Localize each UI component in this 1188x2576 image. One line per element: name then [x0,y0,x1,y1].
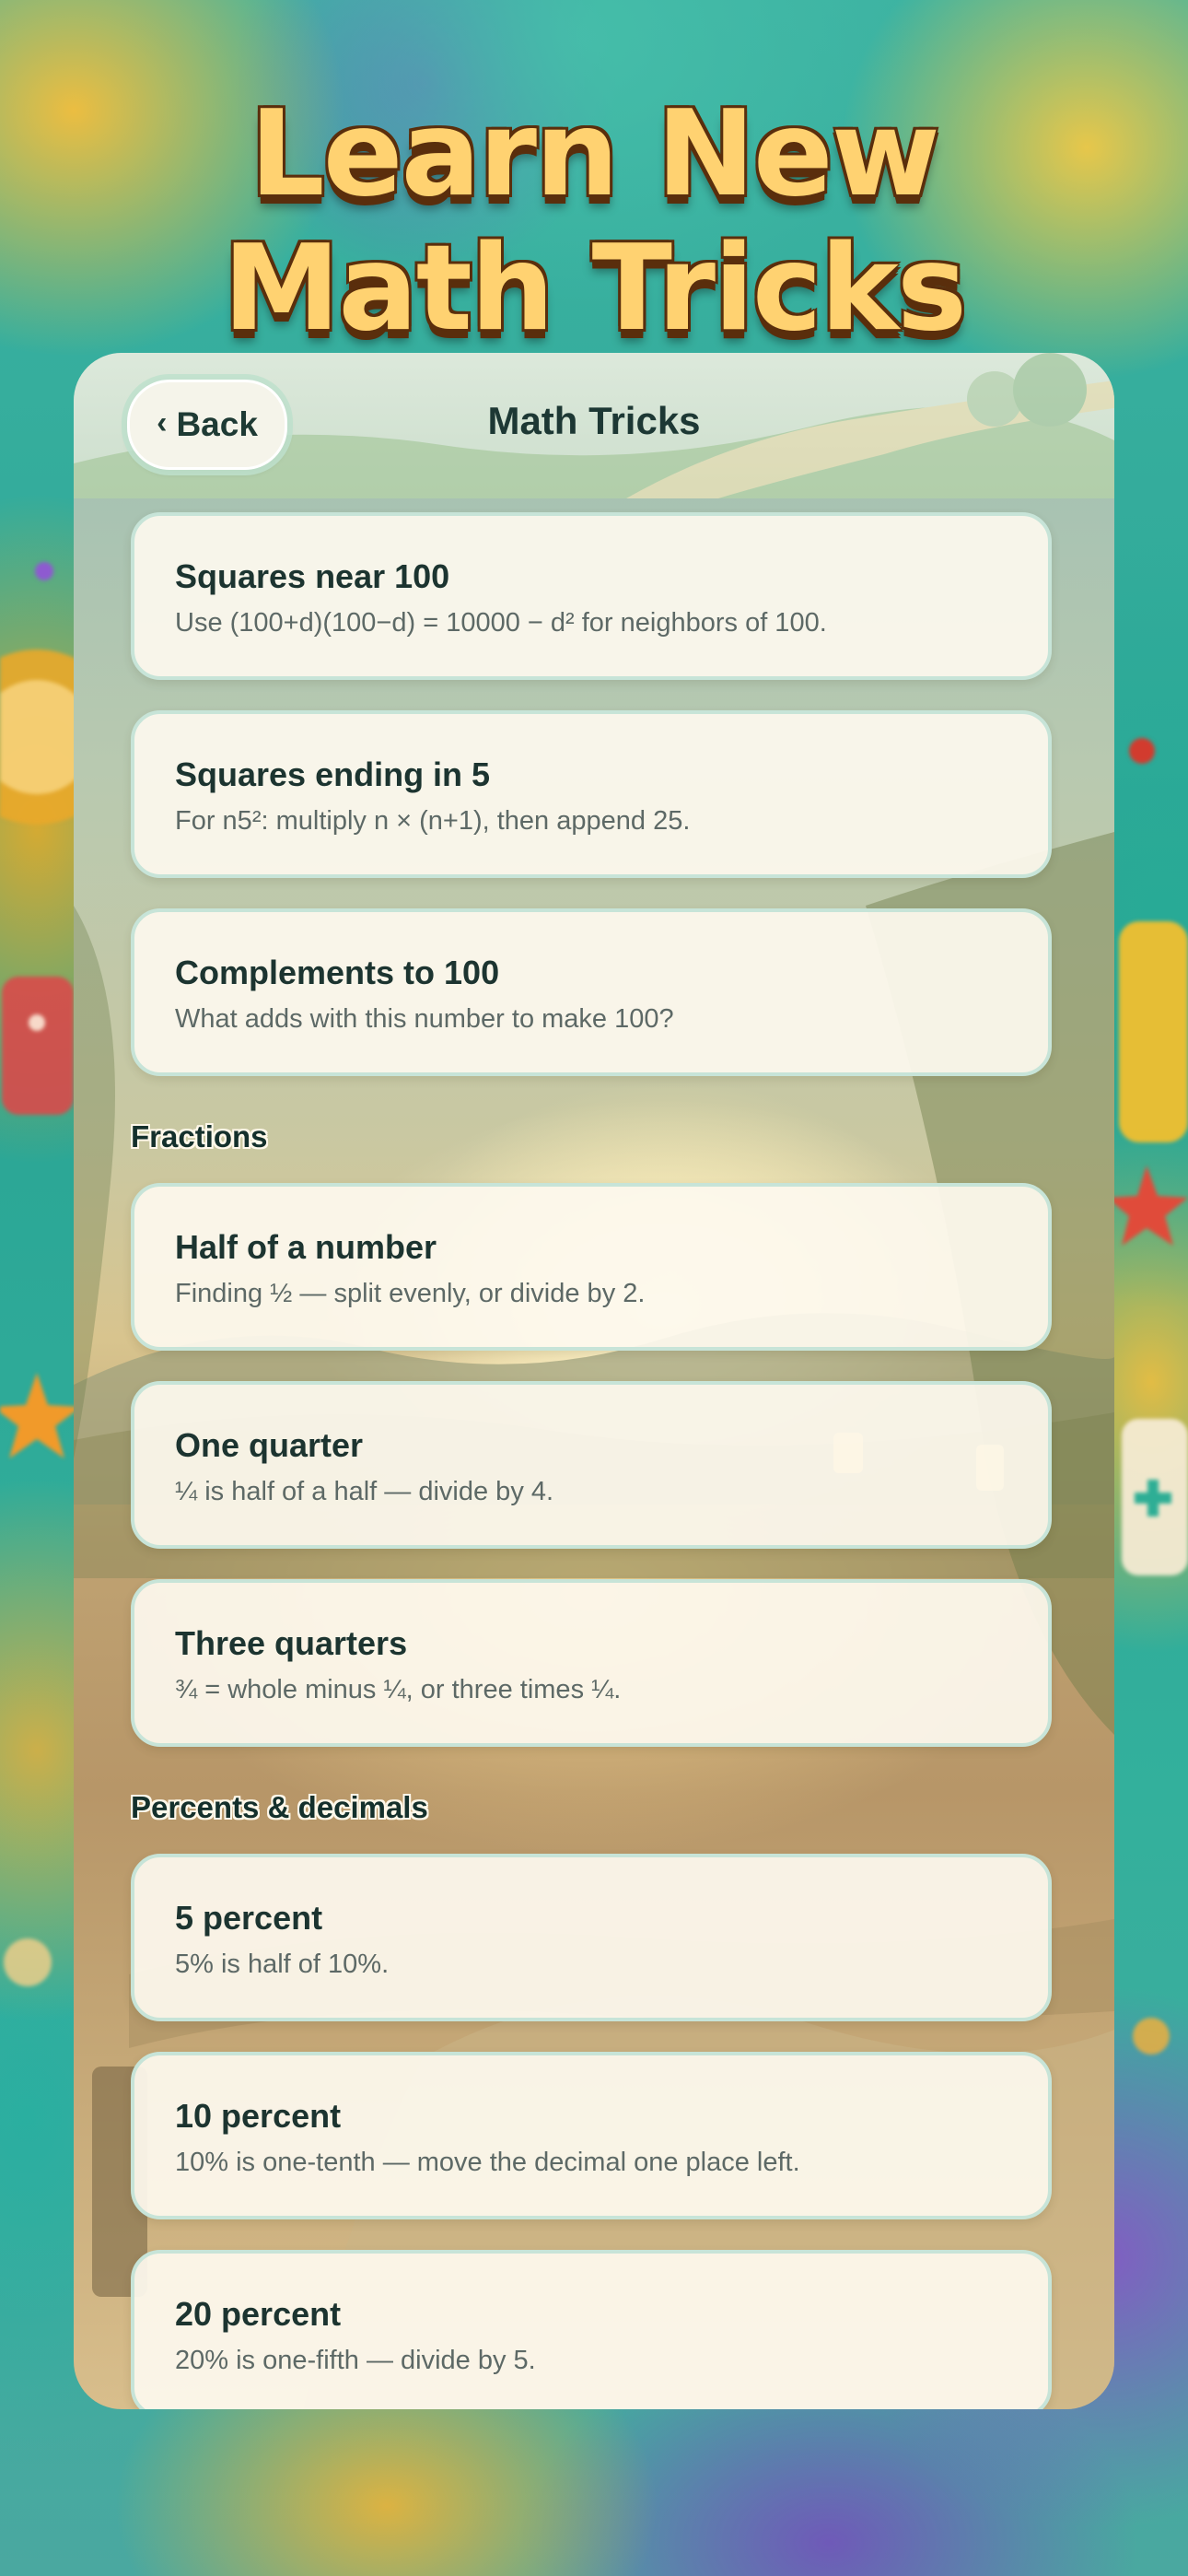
trick-description: ¾ = whole minus ¼, or three times ¼. [175,1675,622,1704]
trick-card[interactable]: 5 percent 5% is half of 10%. [131,1854,1052,2021]
trick-title: 10 percent [175,2097,342,2135]
trick-description: Finding ½ — split evenly, or divide by 2… [175,1279,646,1308]
trick-description: For n5²: multiply n × (n+1), then append… [175,806,691,836]
trick-title: Complements to 100 [175,954,500,991]
trick-description: 10% is one-tenth — move the decimal one … [175,2148,800,2177]
trick-card[interactable]: One quarter ¼ is half of a half — divide… [131,1381,1052,1549]
trick-card[interactable]: 20 percent 20% is one-fifth — divide by … [131,2250,1052,2409]
trick-card[interactable]: Half of a number Finding ½ — split evenl… [131,1183,1052,1351]
nav-header: ‹ Back Math Tricks [74,353,1114,498]
trick-title: Three quarters [175,1624,408,1662]
page-title: Math Tricks [487,399,701,442]
trick-card[interactable]: 10 percent 10% is one-tenth — move the d… [131,2052,1052,2219]
section-header-fractions: Fractions [131,1119,268,1153]
hero-title: Learn New Math Tricks [0,88,1188,357]
screen-panel: ‹ Back Math Tricks Squares near 100 Use … [74,353,1114,2409]
trick-description: 20% is one-fifth — divide by 5. [175,2346,536,2375]
trick-title: Squares near 100 [175,557,450,595]
trick-title: 20 percent [175,2295,342,2333]
trick-card[interactable]: Squares ending in 5 For n5²: multiply n … [131,710,1052,878]
trick-description: 5% is half of 10%. [175,1950,390,1979]
section-header-percents-decimals: Percents & decimals [131,1790,428,1824]
trick-description: What adds with this number to make 100? [175,1004,674,1034]
hero-title-line-2: Math Tricks [222,220,967,357]
trick-title: Half of a number [175,1228,437,1266]
trick-card[interactable]: Complements to 100 What adds with this n… [131,908,1052,1076]
trick-description: ¼ is half of a half — divide by 4. [175,1477,554,1506]
trick-card[interactable]: Squares near 100 Use (100+d)(100−d) = 10… [131,512,1052,680]
trick-title: Squares ending in 5 [175,755,491,793]
trick-card[interactable]: Three quarters ¾ = whole minus ¼, or thr… [131,1579,1052,1747]
trick-description: Use (100+d)(100−d) = 10000 − d² for neig… [175,608,827,638]
hero-title-line-1: Learn New [250,86,940,223]
trick-title: 5 percent [175,1899,323,1937]
trick-title: One quarter [175,1426,364,1464]
